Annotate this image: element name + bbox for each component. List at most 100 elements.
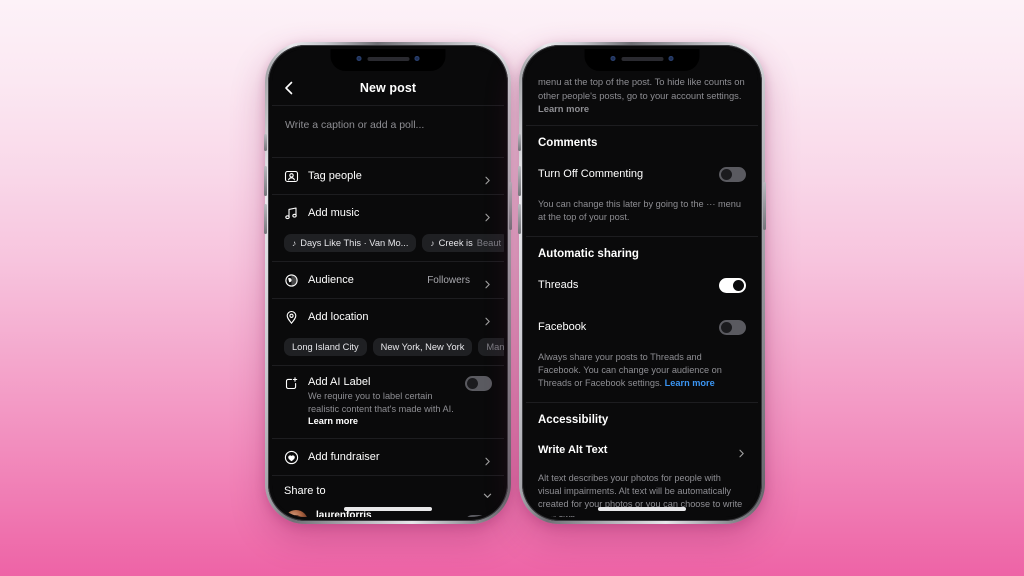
front-sensor-icon [356, 56, 362, 61]
music-chip[interactable]: ♪ Days Like This · Van Mo... [284, 234, 417, 252]
ai-label-title: Add AI Label [308, 376, 371, 388]
new-post-screen: New post Write a caption or add a poll..… [272, 49, 504, 517]
music-chip-label-cut: Beaut [476, 238, 502, 248]
volume-down-button[interactable] [264, 204, 267, 234]
power-button[interactable] [763, 182, 766, 230]
ai-label-description: We require you to label certain realisti… [308, 390, 456, 428]
automatic-sharing-note: Always share your posts to Threads and F… [526, 344, 758, 402]
accessibility-heading: Accessibility [538, 413, 609, 426]
location-chip-label: Manha [486, 342, 504, 352]
home-indicator[interactable] [598, 507, 686, 511]
nav-bar: New post [272, 71, 504, 106]
add-fundraiser-row[interactable]: Add fundraiser [272, 439, 504, 475]
phone-right-bezel: menu at the top of the post. To hide lik… [522, 45, 762, 521]
ai-desc-text: We require you to label certain realisti… [308, 391, 454, 414]
ai-label-text: Add AI Label We require you to label cer… [308, 376, 456, 428]
notch [584, 49, 700, 71]
music-note-icon: ♪ [292, 238, 297, 248]
earpiece-speaker-icon [621, 57, 663, 61]
location-chip[interactable]: New York, New York [372, 338, 473, 356]
front-camera-icon [668, 56, 674, 61]
tag-people-label: Tag people [308, 170, 362, 182]
add-fundraiser-label: Add fundraiser [308, 451, 380, 464]
location-suggestion-chips: Long Island City New York, New York Manh… [272, 335, 504, 365]
add-location-row[interactable]: Add location [272, 299, 504, 335]
add-location-label: Add location [308, 311, 369, 323]
location-chip[interactable]: Long Island City [284, 338, 367, 356]
fundraiser-heart-icon [284, 450, 299, 465]
music-chip-label: Creek is [438, 238, 473, 248]
location-chip-label: New York, New York [380, 342, 465, 352]
comments-note: You can change this later by going to th… [538, 198, 741, 223]
facebook-toggle[interactable] [719, 319, 746, 335]
comments-heading: Comments [538, 136, 598, 149]
turn-off-commenting-row[interactable]: Turn Off Commenting [526, 158, 758, 191]
add-music-row[interactable]: Add music [272, 195, 504, 231]
audience-icon [284, 273, 299, 288]
chevron-right-icon [483, 276, 492, 288]
music-note-icon: ♪ [430, 238, 435, 248]
threads-sharing-row[interactable]: Threads [526, 269, 758, 302]
page-title: New post [359, 81, 417, 95]
write-alt-text-row[interactable]: Write Alt Text [526, 435, 758, 465]
audience-label: Audience [308, 274, 354, 286]
phone-right-screen: menu at the top of the post. To hide lik… [526, 49, 758, 517]
front-camera-icon [414, 56, 420, 61]
facebook-label: Facebook [538, 321, 587, 334]
music-note-icon [284, 206, 299, 221]
front-sensor-icon [610, 56, 616, 61]
share-to-row[interactable]: Share to [272, 476, 504, 506]
silent-switch[interactable] [518, 134, 521, 151]
location-chip[interactable]: Manha [478, 338, 504, 356]
back-icon[interactable] [282, 81, 296, 95]
ai-label-row[interactable]: Add AI Label We require you to label cer… [272, 366, 504, 438]
chevron-right-icon [483, 209, 492, 221]
chevron-right-icon [483, 172, 492, 184]
phone-left: New post Write a caption or add a poll..… [264, 42, 512, 524]
notch [330, 49, 446, 71]
automatic-sharing-heading: Automatic sharing [538, 247, 639, 260]
ai-label-toggle[interactable] [465, 376, 492, 391]
threads-toggle[interactable] [719, 277, 746, 293]
volume-down-button[interactable] [518, 204, 521, 234]
ai-label-icon [284, 376, 299, 391]
learn-more-link[interactable]: Learn more [665, 378, 715, 388]
earpiece-speaker-icon [367, 57, 409, 61]
share-to-label: Share to [284, 485, 326, 498]
audience-value: Followers [427, 274, 470, 286]
music-chip-label: Days Like This · Van Mo... [300, 238, 409, 248]
threads-label: Threads [538, 279, 579, 292]
chevron-right-icon [483, 453, 492, 465]
chevron-right-icon [483, 313, 492, 325]
phone-left-bezel: New post Write a caption or add a poll..… [268, 45, 508, 521]
avatar [284, 510, 308, 517]
chevron-right-icon [737, 445, 746, 458]
share-account-text: laurenforris Threads · Public [316, 510, 457, 517]
account-name: laurenforris [316, 510, 372, 517]
chevron-down-icon[interactable] [483, 487, 492, 498]
learn-more-link[interactable]: Learn more [308, 416, 358, 426]
home-indicator[interactable] [344, 507, 432, 511]
caption-input[interactable]: Write a caption or add a poll... [272, 106, 504, 157]
audience-row[interactable]: Audience Followers [272, 262, 504, 298]
turn-off-commenting-toggle[interactable] [719, 166, 746, 182]
phone-right: menu at the top of the post. To hide lik… [518, 42, 766, 524]
advanced-settings-screen: menu at the top of the post. To hide lik… [526, 49, 758, 517]
music-chip[interactable]: ♪ Creek is Beaut [422, 234, 504, 252]
location-pin-icon [284, 310, 299, 325]
tag-people-icon [284, 169, 299, 184]
silent-switch[interactable] [264, 134, 267, 151]
turn-off-commenting-label: Turn Off Commenting [538, 168, 644, 181]
top-paragraph: menu at the top of the post. To hide lik… [538, 76, 745, 101]
write-alt-text-label: Write Alt Text [538, 443, 608, 456]
learn-more-link[interactable]: Learn more [538, 102, 746, 116]
power-button[interactable] [509, 182, 512, 230]
volume-up-button[interactable] [518, 166, 521, 196]
facebook-sharing-row[interactable]: Facebook [526, 311, 758, 344]
tag-people-row[interactable]: Tag people [272, 158, 504, 194]
music-suggestion-chips: ♪ Days Like This · Van Mo... ♪ Creek is … [272, 231, 504, 261]
volume-up-button[interactable] [264, 166, 267, 196]
share-account-toggle[interactable] [465, 514, 492, 517]
